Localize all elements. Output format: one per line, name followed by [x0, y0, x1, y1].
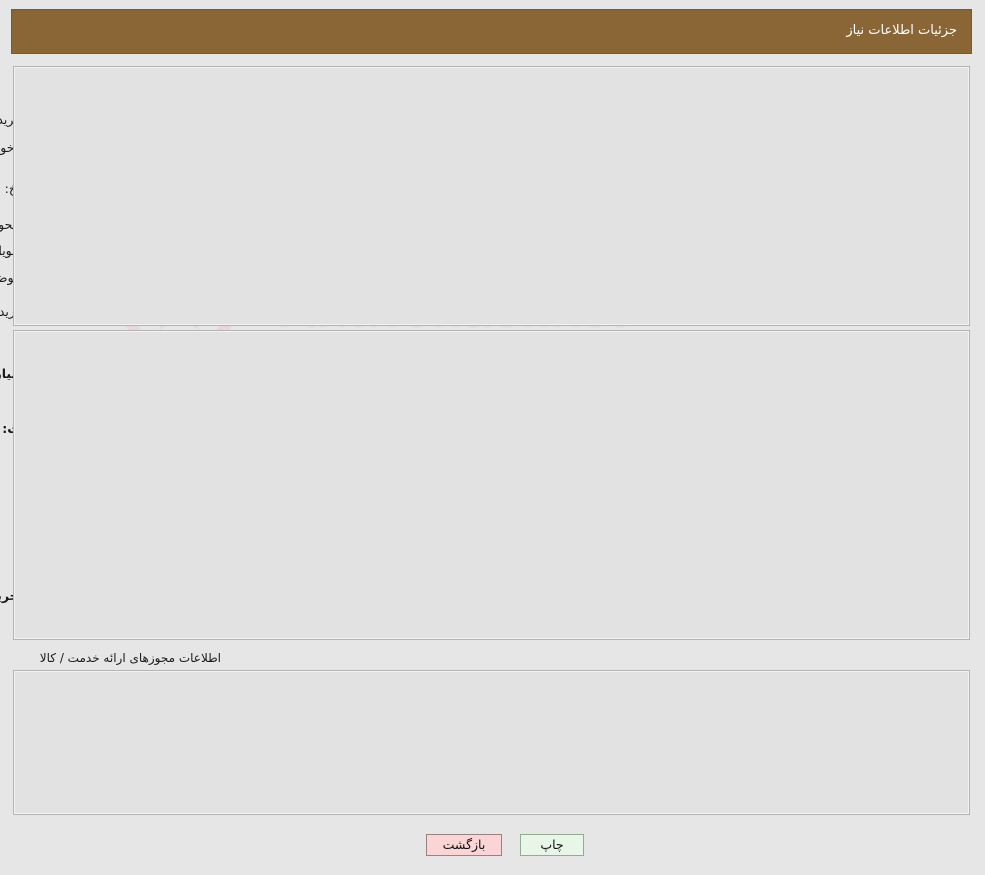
need-details-panel: [14, 330, 971, 640]
print-button[interactable]: چاپ: [521, 834, 585, 856]
permits-panel: [14, 670, 971, 815]
permits-section-caption: اطلاعات مجوزهای ارائه خدمت / کالا: [40, 651, 222, 665]
page-header-bar: جزئیات اطلاعات نیاز: [12, 9, 973, 54]
back-button[interactable]: بازگشت: [427, 834, 503, 856]
need-summary-panel: [14, 66, 971, 326]
page-title: جزئیات اطلاعات نیاز: [847, 23, 958, 38]
